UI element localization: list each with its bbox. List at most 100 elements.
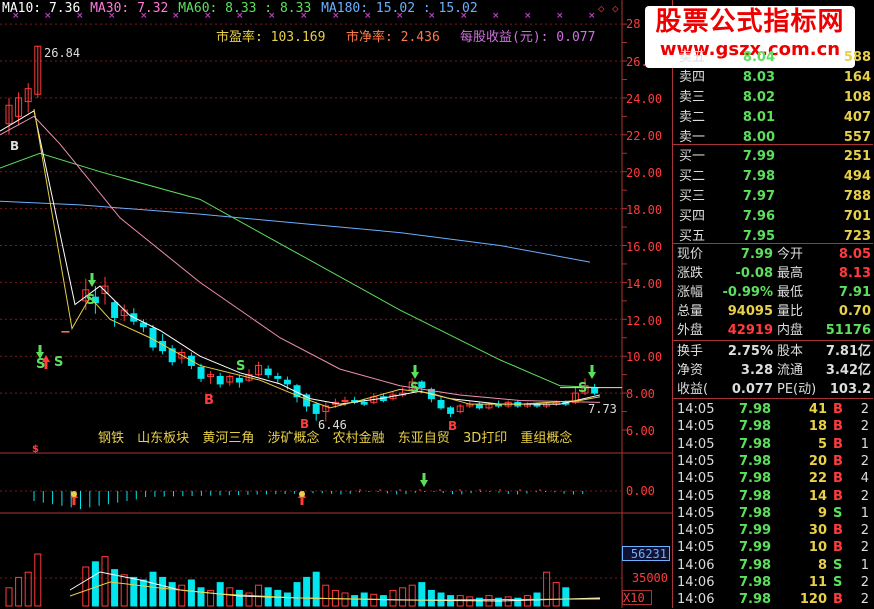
- ask-row[interactable]: 卖五 8.04 588: [673, 48, 873, 68]
- tick-row[interactable]: 14:05 7.98 41 B 2: [673, 400, 873, 419]
- tick-row[interactable]: 14:05 7.98 14 B 2: [673, 487, 873, 506]
- tick-price: 7.98: [739, 419, 772, 435]
- tick-row[interactable]: 14:06 7.98 120 B 2: [673, 590, 873, 609]
- down-arrow-icon: [413, 365, 417, 372]
- volume-bar: [418, 582, 426, 607]
- signal-s-label: S: [54, 355, 63, 370]
- volume-bar: [351, 595, 359, 607]
- ask-volume: 108: [843, 90, 871, 105]
- tick-row[interactable]: 14:06 7.98 8 S 1: [673, 556, 873, 575]
- candle-body: [418, 381, 426, 389]
- ask-row[interactable]: 卖四 8.03 164: [673, 68, 873, 88]
- volume-bar: [130, 576, 138, 607]
- diamond-icon[interactable]: ◇: [598, 2, 605, 15]
- volume-bar: [15, 576, 23, 607]
- stat-value: 0.70: [838, 304, 871, 319]
- bid-row[interactable]: 买一 7.99 251: [673, 147, 873, 167]
- price-tick: 24.00: [626, 92, 663, 106]
- concept-tags: 钢铁 山东板块 黄河三角 涉矿概念 农村金融 东亚自贸 3D打印 重组概念: [98, 427, 581, 446]
- tick-time: 14:05: [677, 523, 715, 539]
- concept-tag[interactable]: 农村金融: [333, 431, 385, 446]
- bid-row[interactable]: 买四 7.96 701: [673, 207, 873, 227]
- ask-row[interactable]: 卖一 8.00 557: [673, 128, 873, 148]
- ma-legend: MA10: 7.36 MA30: 7.32 MA60: 8.33 : 8.33 …: [2, 1, 480, 16]
- tick-side: B: [833, 402, 843, 417]
- tick-side: S: [833, 575, 843, 590]
- volume-bar: [543, 571, 551, 607]
- price-tick: 20.00: [626, 166, 663, 180]
- bid-volume: 788: [843, 189, 871, 204]
- volume-bar: [159, 576, 167, 607]
- tick-row[interactable]: 14:05 7.99 30 B 2: [673, 521, 873, 540]
- tick-price: 7.98: [739, 488, 772, 504]
- up-arrow-icon: [72, 498, 76, 505]
- tick-price: 7.98: [739, 575, 772, 590]
- tick-count: 1: [860, 436, 869, 452]
- price-tick: 22.00: [626, 129, 663, 143]
- tick-count: 2: [860, 402, 869, 417]
- tick-row[interactable]: 14:05 7.99 10 B 2: [673, 538, 873, 557]
- ask-row[interactable]: 卖二 8.01 407: [673, 108, 873, 128]
- tick-row[interactable]: 14:05 7.98 9 S 1: [673, 504, 873, 523]
- up-arrow-icon: [44, 362, 48, 369]
- bid-row[interactable]: 买三 7.97 788: [673, 187, 873, 207]
- volume-bar: [399, 587, 407, 607]
- concept-tag[interactable]: 东亚自贸: [398, 431, 450, 446]
- volume-bar: [379, 595, 387, 607]
- bid-row[interactable]: 买五 7.95 723: [673, 227, 873, 247]
- tick-row[interactable]: 14:05 7.98 20 B 2: [673, 452, 873, 471]
- stat-value: 8.05: [838, 247, 871, 262]
- stat-row: 净资 3.28 流通 3.42亿: [673, 361, 873, 380]
- candle-body: [437, 399, 445, 409]
- stat-value: 3.28: [740, 363, 773, 378]
- bid-label: 买五: [679, 229, 706, 244]
- volume-bar: [235, 589, 243, 607]
- down-arrow-icon: [90, 273, 94, 280]
- tick-row[interactable]: 14:06 7.98 11 S 2: [673, 573, 873, 592]
- volume-bar: [408, 584, 416, 607]
- down-arrow-icon: [590, 365, 594, 372]
- volume-bar: [91, 561, 99, 607]
- tick-volume: 9: [817, 505, 827, 521]
- bid-price: 7.97: [742, 189, 775, 204]
- volume-bar: [5, 587, 13, 607]
- stat-label: 净资: [677, 363, 704, 378]
- stat-value: 42919: [727, 323, 773, 338]
- tick-side: B: [833, 453, 843, 469]
- ask-row[interactable]: 卖三 8.02 108: [673, 88, 873, 108]
- volume-bar: [197, 587, 205, 607]
- tick-row[interactable]: 14:05 7.98 22 B 4: [673, 469, 873, 488]
- stat-label: 外盘: [677, 323, 704, 338]
- close-icon[interactable]: ◇: [612, 2, 619, 15]
- tick-volume: 5: [817, 436, 827, 452]
- concept-tag[interactable]: 钢铁: [98, 431, 124, 446]
- ma180-line: [0, 200, 591, 263]
- bid-label: 买三: [679, 189, 706, 204]
- concept-tag[interactable]: 黄河三角: [202, 431, 254, 446]
- concept-tag[interactable]: 重组概念: [520, 431, 572, 446]
- tick-row[interactable]: 14:05 7.98 5 B 1: [673, 435, 873, 454]
- tick-time: 14:05: [677, 436, 715, 452]
- candle-body: [283, 379, 291, 385]
- volume-bar: [303, 576, 311, 607]
- concept-tag[interactable]: 山东板块: [137, 431, 189, 446]
- kline-chart-canvas[interactable]: BS SSSS SBB B−$× × × × × × × × × × × × × × × × × × ×: [0, 0, 672, 608]
- tick-volume: 10: [808, 540, 827, 556]
- divider: [673, 243, 873, 244]
- stat-value: -0.08: [735, 266, 773, 281]
- stat-label: 今开: [777, 247, 804, 262]
- tick-row[interactable]: 14:05 7.98 18 B 2: [673, 417, 873, 436]
- tick-time: 14:06: [677, 592, 715, 608]
- ask-volume: 588: [843, 50, 871, 65]
- kline-chart[interactable]: B S S S S S S B B B − $ × × × × × × × × × × × × × × × × × × × MA10: 7.…: [0, 0, 672, 608]
- bid-row[interactable]: 买二 7.98 494: [673, 167, 873, 187]
- tick-count: 1: [860, 505, 869, 521]
- volume-bar: [523, 595, 531, 607]
- down-arrow-icon: [411, 372, 419, 379]
- ask-price: 8.02: [742, 90, 775, 105]
- signal-s-label: S: [410, 381, 419, 396]
- tick-count: 2: [860, 592, 869, 608]
- concept-tag[interactable]: 涉矿概念: [267, 431, 319, 446]
- volume-bar: [552, 582, 560, 607]
- concept-tag[interactable]: 3D打印: [463, 431, 507, 446]
